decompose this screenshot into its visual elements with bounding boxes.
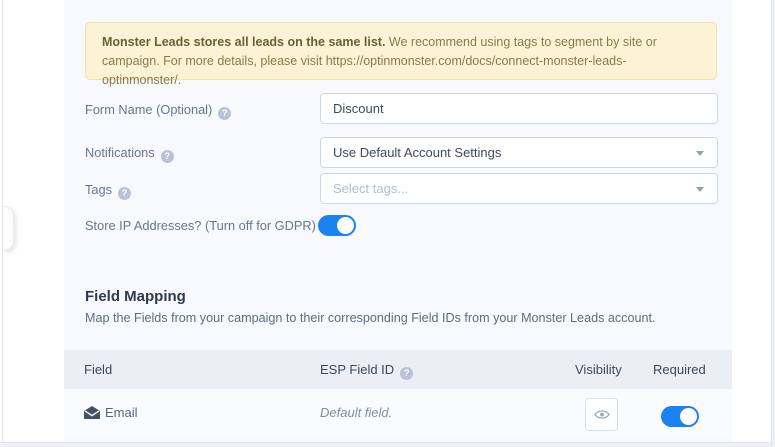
settings-page: Monster Leads stores all leads on the sa… bbox=[0, 0, 775, 447]
info-banner: Monster Leads stores all leads on the sa… bbox=[85, 22, 717, 80]
required-toggle[interactable] bbox=[661, 406, 699, 427]
store-ip-label-text: Store IP Addresses? (Turn off for GDPR) bbox=[85, 218, 316, 233]
eye-icon bbox=[594, 409, 610, 420]
table-row-email: Email Default field. bbox=[64, 389, 732, 437]
row-esp-field-id: Default field. bbox=[320, 405, 392, 420]
tags-select[interactable]: Select tags... bbox=[320, 173, 718, 204]
sidebar-collapse-handle[interactable] bbox=[3, 206, 14, 251]
column-header-field: Field bbox=[84, 362, 112, 377]
info-banner-bold: Monster Leads stores all leads on the sa… bbox=[102, 35, 385, 49]
form-name-label-text: Form Name (Optional) bbox=[85, 102, 212, 117]
chevron-down-icon bbox=[696, 187, 704, 192]
store-ip-label: Store IP Addresses? (Turn off for GDPR)? bbox=[85, 218, 335, 236]
notifications-selected-value: Use Default Account Settings bbox=[333, 145, 501, 160]
field-mapping-description: Map the Fields from your campaign to the… bbox=[85, 311, 655, 325]
notifications-select[interactable]: Use Default Account Settings bbox=[320, 137, 718, 168]
email-envelope-icon bbox=[84, 406, 100, 419]
notifications-label-text: Notifications bbox=[85, 145, 155, 160]
form-name-label: Form Name (Optional)? bbox=[85, 102, 231, 120]
column-header-required: Required bbox=[653, 362, 706, 377]
field-mapping-table-header: Field ESP Field ID? Visibility Required bbox=[64, 350, 732, 389]
field-mapping-title: Field Mapping bbox=[85, 288, 186, 305]
bottom-frame-edge bbox=[0, 442, 775, 447]
column-header-esp-field-id: ESP Field ID? bbox=[320, 362, 413, 380]
visibility-button[interactable] bbox=[585, 398, 618, 431]
chevron-down-icon bbox=[696, 151, 704, 156]
column-header-visibility: Visibility bbox=[575, 362, 622, 377]
store-ip-toggle[interactable] bbox=[318, 215, 356, 236]
help-icon[interactable]: ? bbox=[218, 107, 231, 120]
tags-label-text: Tags bbox=[85, 182, 112, 197]
notifications-label: Notifications? bbox=[85, 145, 174, 163]
tags-label: Tags? bbox=[85, 182, 131, 200]
form-name-input[interactable] bbox=[320, 93, 718, 124]
toggle-knob bbox=[337, 217, 354, 234]
toggle-knob bbox=[680, 408, 697, 425]
tags-placeholder: Select tags... bbox=[333, 181, 408, 196]
row-field-name: Email bbox=[105, 405, 138, 420]
column-header-esp-field-id-text: ESP Field ID bbox=[320, 362, 394, 377]
help-icon[interactable]: ? bbox=[400, 367, 413, 380]
help-icon[interactable]: ? bbox=[118, 187, 131, 200]
help-icon[interactable]: ? bbox=[161, 150, 174, 163]
scrollbar-track[interactable] bbox=[771, 0, 775, 447]
